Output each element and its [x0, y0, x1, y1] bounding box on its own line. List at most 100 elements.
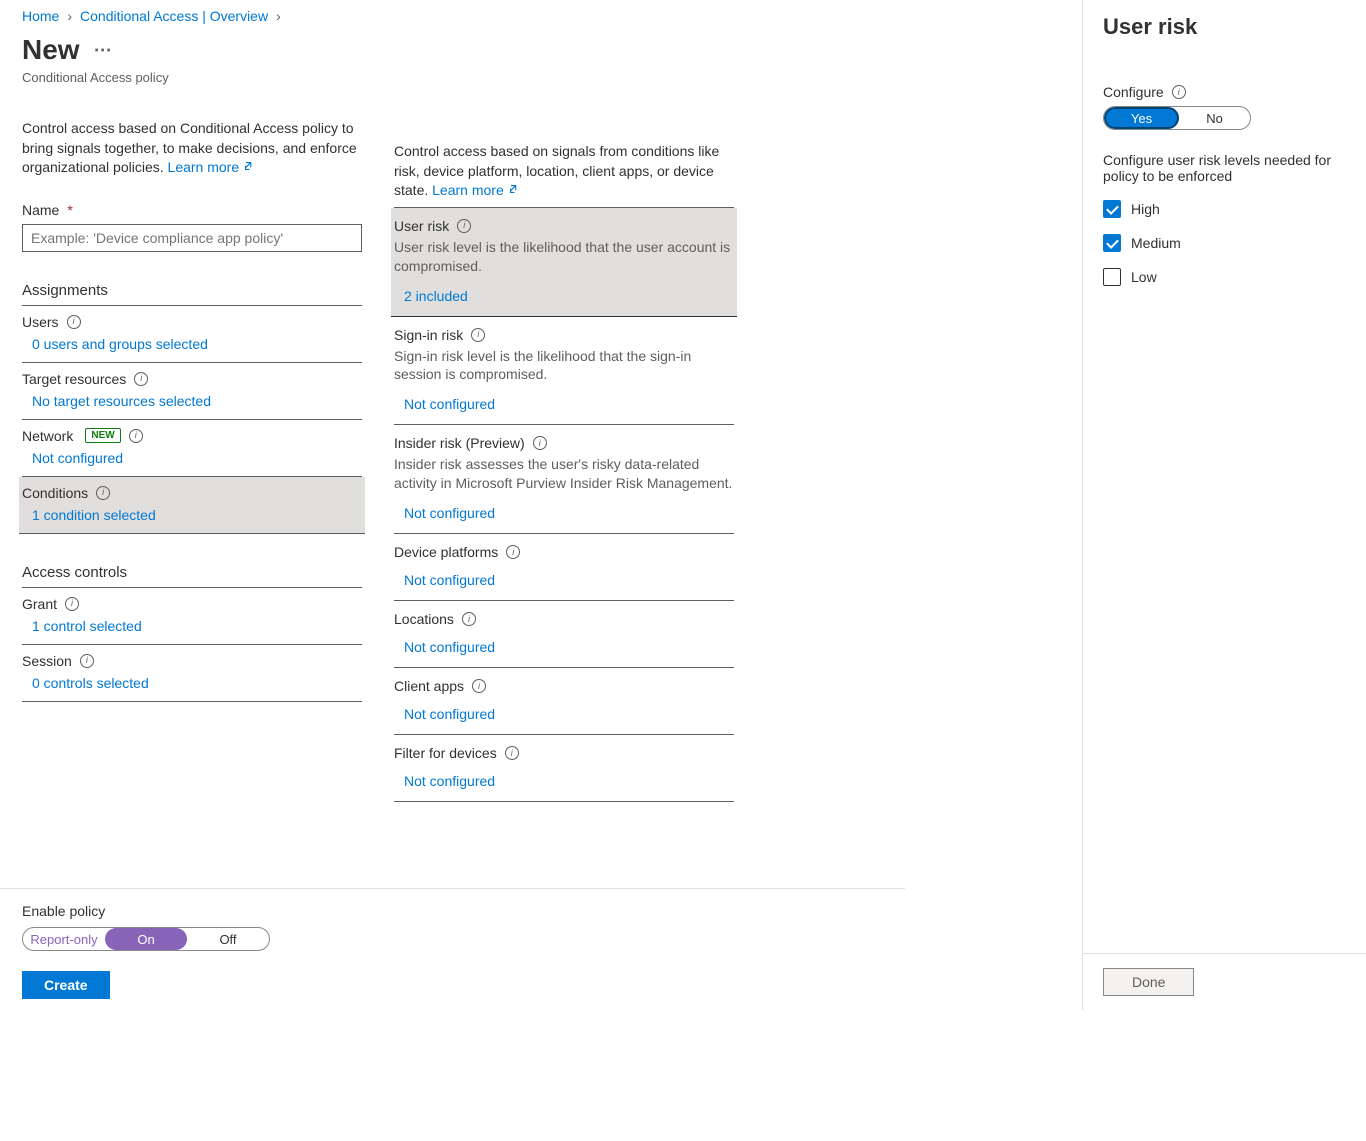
info-icon[interactable]: [533, 436, 547, 450]
condition-client-apps-title: Client apps: [394, 678, 464, 694]
condition-signin-risk[interactable]: Sign-in risk Sign-in risk level is the l…: [394, 317, 734, 426]
condition-signin-risk-status[interactable]: Not configured: [394, 396, 734, 412]
condition-signin-risk-title: Sign-in risk: [394, 327, 463, 343]
configure-no[interactable]: No: [1179, 107, 1250, 129]
condition-filter-devices-title: Filter for devices: [394, 745, 497, 761]
assignments-heading: Assignments: [22, 282, 362, 306]
configure-yes[interactable]: Yes: [1104, 107, 1179, 129]
assignment-targets[interactable]: Target resources No target resources sel…: [22, 363, 362, 420]
risk-low-row[interactable]: Low: [1103, 268, 1346, 286]
enable-policy-label: Enable policy: [22, 903, 883, 919]
info-icon[interactable]: [1172, 85, 1186, 99]
assignment-network-label: Network: [22, 428, 73, 444]
configure-label-row: Configure: [1103, 84, 1346, 100]
assignment-users-status[interactable]: 0 users and groups selected: [22, 336, 362, 352]
chevron-right-icon: ›: [276, 8, 281, 24]
checkbox-low[interactable]: [1103, 268, 1121, 286]
info-icon[interactable]: [65, 597, 79, 611]
breadcrumb-home[interactable]: Home: [22, 8, 59, 24]
condition-filter-devices[interactable]: Filter for devices Not configured: [394, 735, 734, 802]
condition-device-platforms-title: Device platforms: [394, 544, 498, 560]
conditions-intro: Control access based on signals from con…: [394, 142, 734, 201]
info-icon[interactable]: [471, 328, 485, 342]
condition-client-apps-status[interactable]: Not configured: [394, 706, 734, 722]
condition-user-risk-title: User risk: [394, 218, 449, 234]
assignment-users[interactable]: Users 0 users and groups selected: [22, 306, 362, 363]
info-icon[interactable]: [472, 679, 486, 693]
info-icon[interactable]: [129, 429, 143, 443]
condition-insider-risk-status[interactable]: Not configured: [394, 505, 734, 521]
intro-text: Control access based on Conditional Acce…: [22, 119, 362, 178]
toggle-on[interactable]: On: [105, 928, 187, 950]
conditions-learn-more-link[interactable]: Learn more: [432, 182, 520, 198]
create-button[interactable]: Create: [22, 971, 110, 999]
condition-insider-risk[interactable]: Insider risk (Preview) Insider risk asse…: [394, 425, 734, 534]
assignment-targets-label: Target resources: [22, 371, 126, 387]
user-risk-panel: User risk Configure Yes No Configure use…: [1082, 0, 1366, 1010]
condition-user-risk[interactable]: User risk User risk level is the likelih…: [391, 208, 737, 317]
checkbox-high[interactable]: [1103, 200, 1121, 218]
assignment-network[interactable]: Network NEW Not configured: [22, 420, 362, 477]
info-icon[interactable]: [134, 372, 148, 386]
condition-insider-risk-desc: Insider risk assesses the user's risky d…: [394, 455, 734, 493]
condition-insider-risk-title: Insider risk (Preview): [394, 435, 525, 451]
name-label: Name*: [22, 202, 362, 218]
access-session[interactable]: Session 0 controls selected: [22, 645, 362, 702]
configure-label: Configure: [1103, 84, 1164, 100]
conditions-column: Control access based on signals from con…: [394, 30, 734, 888]
info-icon[interactable]: [80, 654, 94, 668]
done-button[interactable]: Done: [1103, 968, 1194, 996]
access-grant[interactable]: Grant 1 control selected: [22, 588, 362, 645]
configure-description: Configure user risk levels needed for po…: [1103, 152, 1346, 184]
assignment-network-status[interactable]: Not configured: [22, 450, 362, 466]
bottom-bar: Enable policy Report-only On Off Create: [0, 888, 905, 1013]
info-icon[interactable]: [506, 545, 520, 559]
access-grant-status[interactable]: 1 control selected: [22, 618, 362, 634]
external-link-icon: [243, 158, 255, 170]
condition-user-risk-desc: User risk level is the likelihood that t…: [394, 238, 734, 276]
assignment-conditions[interactable]: Conditions 1 condition selected: [19, 477, 365, 534]
page-title-text: New: [22, 34, 80, 66]
access-session-label: Session: [22, 653, 72, 669]
condition-locations[interactable]: Locations Not configured: [394, 601, 734, 668]
access-session-status[interactable]: 0 controls selected: [22, 675, 362, 691]
condition-user-risk-status[interactable]: 2 included: [394, 288, 734, 304]
enable-policy-toggle[interactable]: Report-only On Off: [22, 927, 270, 951]
access-controls-heading: Access controls: [22, 564, 362, 588]
policy-name-input[interactable]: [22, 224, 362, 252]
toggle-off[interactable]: Off: [187, 928, 269, 950]
condition-locations-status[interactable]: Not configured: [394, 639, 734, 655]
assignment-conditions-label: Conditions: [22, 485, 88, 501]
assignment-users-label: Users: [22, 314, 59, 330]
breadcrumb-parent[interactable]: Conditional Access | Overview: [80, 8, 268, 24]
condition-filter-devices-status[interactable]: Not configured: [394, 773, 734, 789]
access-grant-label: Grant: [22, 596, 57, 612]
assignment-targets-status[interactable]: No target resources selected: [22, 393, 362, 409]
info-icon[interactable]: [462, 612, 476, 626]
assignment-conditions-status[interactable]: 1 condition selected: [22, 507, 362, 523]
risk-high-row[interactable]: High: [1103, 200, 1346, 218]
info-icon[interactable]: [505, 746, 519, 760]
checkbox-medium[interactable]: [1103, 234, 1121, 252]
info-icon[interactable]: [96, 486, 110, 500]
toggle-report-only[interactable]: Report-only: [23, 928, 105, 950]
condition-locations-title: Locations: [394, 611, 454, 627]
risk-medium-label: Medium: [1131, 235, 1181, 251]
name-label-text: Name: [22, 202, 59, 218]
info-icon[interactable]: [457, 219, 471, 233]
page-title: New ⋯: [22, 34, 362, 66]
learn-more-link[interactable]: Learn more: [168, 159, 256, 175]
more-actions-icon[interactable]: ⋯: [94, 41, 112, 59]
new-badge: NEW: [85, 428, 120, 443]
risk-medium-row[interactable]: Medium: [1103, 234, 1346, 252]
info-icon[interactable]: [67, 315, 81, 329]
chevron-right-icon: ›: [67, 8, 72, 24]
condition-device-platforms[interactable]: Device platforms Not configured: [394, 534, 734, 601]
panel-title: User risk: [1083, 0, 1366, 44]
risk-low-label: Low: [1131, 269, 1157, 285]
configure-toggle[interactable]: Yes No: [1103, 106, 1251, 130]
condition-signin-risk-desc: Sign-in risk level is the likelihood tha…: [394, 347, 734, 385]
condition-device-platforms-status[interactable]: Not configured: [394, 572, 734, 588]
page-subtitle: Conditional Access policy: [22, 70, 362, 85]
condition-client-apps[interactable]: Client apps Not configured: [394, 668, 734, 735]
